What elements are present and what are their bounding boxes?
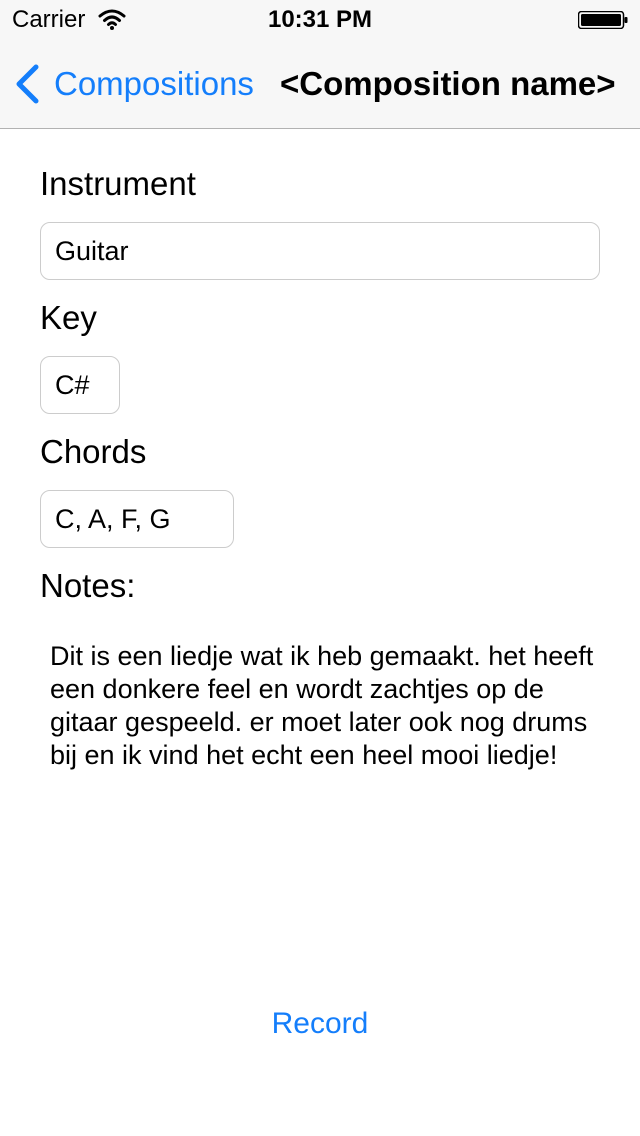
- status-time: 10:31 PM: [267, 6, 373, 33]
- battery-icon: [578, 11, 628, 29]
- status-bar: Carrier 10:31 PM: [0, 0, 640, 40]
- back-button-label: Compositions: [54, 65, 254, 102]
- chords-label: Chords: [40, 433, 147, 470]
- chevron-left-icon: [16, 64, 39, 104]
- notes-text-view[interactable]: Dit is een liedje wat ik heb gemaakt. he…: [50, 640, 610, 772]
- key-label: Key: [40, 299, 97, 336]
- key-field[interactable]: [40, 356, 120, 414]
- page-title: <Composition name>: [280, 65, 616, 102]
- notes-label: Notes:: [40, 567, 136, 604]
- instrument-field[interactable]: [40, 222, 600, 280]
- instrument-label: Instrument: [40, 165, 196, 202]
- navigation-bar: Compositions <Composition name>: [0, 40, 640, 129]
- back-button[interactable]: Compositions: [14, 60, 254, 108]
- record-button[interactable]: Record: [0, 1004, 640, 1044]
- composition-detail-screen: Carrier 10:31 PM Compositions <Compositi…: [0, 0, 640, 1136]
- chords-field[interactable]: [40, 490, 234, 548]
